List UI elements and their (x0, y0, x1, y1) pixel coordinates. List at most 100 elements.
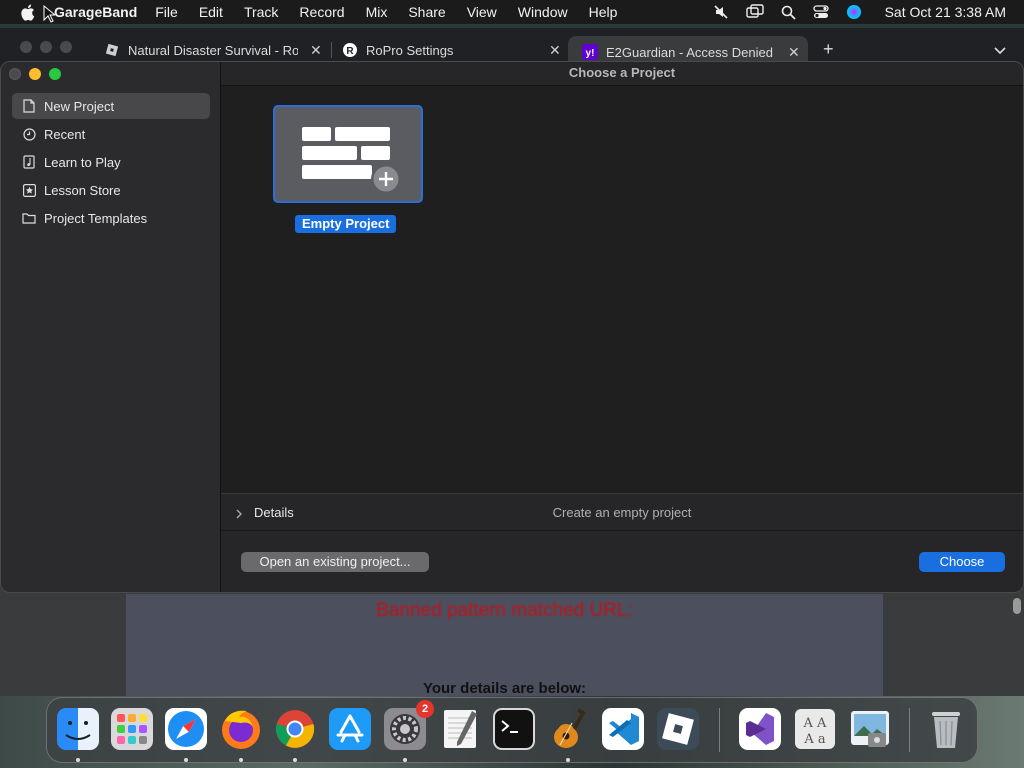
menu-help[interactable]: Help (589, 4, 618, 20)
dialog-footer: Open an existing project... Choose (221, 531, 1023, 592)
dock-divider (909, 708, 910, 752)
mouse-pointer-icon (43, 4, 57, 28)
settings-icon[interactable]: 2 (382, 700, 434, 752)
details-heading: Your details are below: (422, 680, 587, 697)
details-toggle[interactable]: Details (254, 505, 294, 520)
search-icon[interactable] (781, 5, 796, 20)
roblox-icon (104, 42, 120, 58)
clock-icon (22, 127, 36, 141)
window-controls (9, 68, 61, 80)
mute-icon[interactable] (713, 4, 729, 20)
blocked-page-content: Banned pattern matched URL: Your details… (126, 594, 883, 697)
tab-divider (331, 42, 332, 58)
svg-text:A A: A A (803, 716, 828, 731)
running-indicator (293, 758, 297, 762)
dock: 2 A AA a (46, 697, 978, 763)
running-indicator (76, 758, 80, 762)
empty-project-label[interactable]: Empty Project (295, 215, 397, 233)
project-grid: Empty Project (221, 86, 1023, 493)
menu-clock[interactable]: Sat Oct 21 3:38 AM (885, 4, 1006, 20)
browser-window-controls (20, 41, 72, 53)
choose-button[interactable]: Choose (919, 552, 1005, 572)
menu-app-name[interactable]: GarageBand (54, 4, 137, 20)
running-indicator (566, 758, 570, 762)
preview-icon[interactable] (847, 706, 893, 752)
details-bar: Create an empty project Details (221, 493, 1023, 531)
roblox-icon[interactable] (655, 706, 701, 752)
minimize-window-icon[interactable] (29, 68, 41, 80)
visual-studio-icon[interactable] (737, 706, 783, 752)
finder-icon[interactable] (55, 706, 101, 752)
sidebar-item-learn-to-play[interactable]: Learn to Play (12, 149, 210, 175)
open-existing-project-button[interactable]: Open an existing project... (241, 552, 429, 572)
menu-view[interactable]: View (467, 4, 497, 20)
empty-project-tile[interactable] (273, 105, 423, 203)
tab-close-icon[interactable]: ✕ (310, 42, 322, 59)
browser-tab-ropro[interactable]: R RoPro Settings ✕ (342, 36, 564, 64)
sidebar-item-label: Recent (44, 126, 86, 142)
firefox-icon[interactable] (218, 706, 264, 752)
running-indicator (403, 758, 407, 762)
safari-icon[interactable] (163, 706, 209, 752)
music-note-icon (22, 155, 36, 169)
app-store-icon[interactable] (327, 706, 373, 752)
sidebar-item-project-templates[interactable]: Project Templates (12, 205, 210, 231)
siri-icon[interactable] (846, 4, 862, 20)
yahoo-icon: y! (582, 44, 598, 60)
menu-bar: GarageBand File Edit Track Record Mix Sh… (0, 0, 1024, 24)
blocked-message: Banned pattern matched URL: (376, 600, 633, 621)
sidebar-item-label: Learn to Play (44, 154, 121, 170)
menu-track[interactable]: Track (244, 4, 278, 20)
screen-mirror-icon[interactable] (745, 4, 764, 20)
menu-file[interactable]: File (155, 4, 178, 20)
folder-icon (22, 211, 36, 225)
terminal-icon[interactable] (491, 706, 537, 752)
control-center-icon[interactable] (812, 4, 829, 20)
tab-title: Natural Disaster Survival - Rol (128, 42, 298, 58)
menu-edit[interactable]: Edit (199, 4, 223, 20)
browser-tab-roblox[interactable]: Natural Disaster Survival - Rol ✕ (104, 36, 326, 64)
close-window-icon[interactable] (9, 68, 21, 80)
vscode-icon[interactable] (600, 706, 646, 752)
tab-title: E2Guardian - Access Denied (606, 44, 773, 60)
sidebar-list: New Project Recent Learn to Play Lesson … (12, 93, 210, 233)
new-tab-icon[interactable]: + (823, 39, 834, 60)
page-scrollbar[interactable] (1013, 598, 1021, 614)
browser-minimize-icon[interactable] (40, 41, 52, 53)
garageband-icon[interactable] (545, 706, 591, 752)
tab-title: RoPro Settings (366, 42, 454, 58)
dock-divider (719, 708, 720, 752)
svg-text:R: R (346, 46, 354, 57)
apple-menu-icon[interactable] (14, 4, 40, 21)
svg-text:y!: y! (586, 48, 595, 59)
sidebar-item-new-project[interactable]: New Project (12, 93, 210, 119)
tab-close-icon[interactable]: ✕ (788, 44, 800, 61)
running-indicator (184, 758, 188, 762)
zoom-window-icon[interactable] (49, 68, 61, 80)
empty-project-icon (302, 127, 401, 194)
ropro-icon: R (342, 42, 358, 58)
sidebar-item-label: Lesson Store (44, 182, 121, 198)
star-icon (22, 183, 36, 197)
document-icon (22, 99, 36, 113)
launchpad-icon[interactable] (109, 706, 155, 752)
chrome-icon[interactable] (272, 706, 318, 752)
tab-close-icon[interactable]: ✕ (549, 42, 561, 59)
sidebar-item-lesson-store[interactable]: Lesson Store (12, 177, 210, 203)
menu-mix[interactable]: Mix (366, 4, 388, 20)
tab-list-chevron-icon[interactable] (994, 42, 1006, 60)
font-book-icon[interactable]: A AA a (792, 706, 838, 752)
browser-close-icon[interactable] (20, 41, 32, 53)
garageband-window: New Project Recent Learn to Play Lesson … (0, 61, 1024, 593)
menu-record[interactable]: Record (299, 4, 344, 20)
menu-window[interactable]: Window (518, 4, 568, 20)
notification-badge: 2 (416, 700, 434, 718)
sidebar: New Project Recent Learn to Play Lesson … (1, 62, 221, 592)
sidebar-item-recent[interactable]: Recent (12, 121, 210, 147)
menu-share[interactable]: Share (408, 4, 445, 20)
trash-icon[interactable] (923, 706, 969, 752)
browser-zoom-icon[interactable] (60, 41, 72, 53)
svg-text:A a: A a (803, 732, 826, 747)
sidebar-item-label: New Project (44, 98, 115, 114)
textedit-icon[interactable] (437, 706, 483, 752)
